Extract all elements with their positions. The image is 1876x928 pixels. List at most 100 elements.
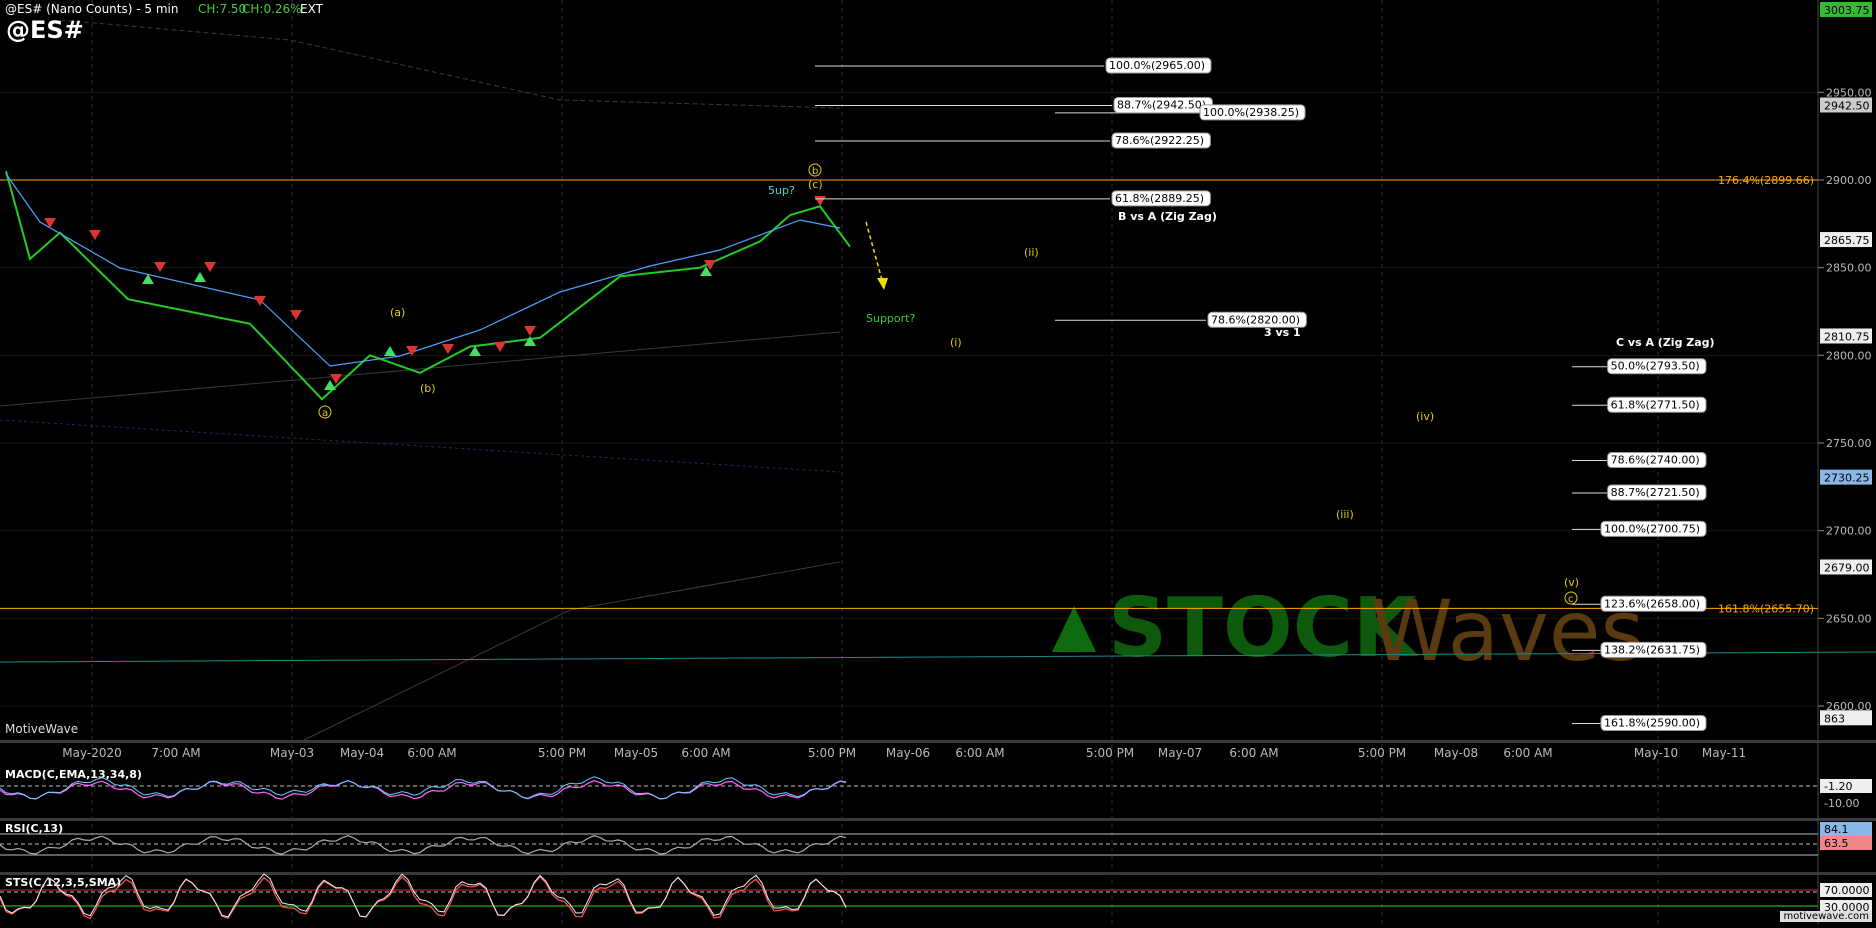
fib-label: 78.6%(2922.25) xyxy=(1115,134,1204,147)
x-tick-label: May-10 xyxy=(1634,746,1678,760)
annotation: (c) xyxy=(808,178,823,191)
price-tag: 3003.75 xyxy=(1824,4,1870,17)
panel-divider xyxy=(0,872,1876,875)
y-tick-label: 2850.00 xyxy=(1826,262,1872,275)
support-arrow-line xyxy=(865,221,883,281)
buy-marker xyxy=(384,346,396,356)
price-tag: 863 xyxy=(1824,712,1845,725)
trendline xyxy=(59,19,841,109)
sell-marker xyxy=(814,196,826,206)
x-tick-label: May-2020 xyxy=(62,746,121,760)
arrow-head-icon xyxy=(877,278,888,290)
fib-label: 123.6%(2658.00) xyxy=(1604,597,1700,610)
annotation: (iv) xyxy=(1416,410,1434,423)
indicator-tag: 63.5 xyxy=(1824,837,1849,850)
indicator-tag: -1.20 xyxy=(1824,780,1852,793)
extension-label: 161.8%(2655.70) xyxy=(1718,602,1814,615)
panel-divider xyxy=(0,740,1876,743)
x-tick-label: 6:00 AM xyxy=(1503,746,1552,760)
fib-label: 100.0%(2700.75) xyxy=(1604,522,1700,535)
y-tick-label: 2900.00 xyxy=(1826,174,1872,187)
fib-label: 88.7%(2942.50) xyxy=(1117,98,1206,111)
indicator-tag: -10.00 xyxy=(1824,797,1859,810)
annotation: B vs A (Zig Zag) xyxy=(1118,210,1217,223)
indicator-tag: 84.1 xyxy=(1824,823,1849,836)
annotation: b xyxy=(812,166,818,177)
x-tick-label: May-05 xyxy=(614,746,658,760)
x-tick-label: 5:00 PM xyxy=(1358,746,1406,760)
watermark-arrow-icon xyxy=(1052,606,1096,652)
x-tick-label: 5:00 PM xyxy=(808,746,856,760)
x-tick-label: May-06 xyxy=(886,746,930,760)
fib-label: 61.8%(2771.50) xyxy=(1611,398,1700,411)
x-tick-label: 6:00 AM xyxy=(955,746,1004,760)
change-percent: CH:0.26% xyxy=(242,2,302,16)
y-tick-label: 2800.00 xyxy=(1826,349,1872,362)
chart-stage: 2600.00 2650.00 2700.00 2750.00 2800.00 2850.… xyxy=(0,0,1876,924)
annotation: (a) xyxy=(390,306,405,319)
indicator-line xyxy=(0,835,847,855)
indicator-line xyxy=(0,875,847,920)
annotation: Support? xyxy=(866,312,915,325)
price-tag: 2865.75 xyxy=(1824,234,1870,247)
x-tick-label: 6:00 AM xyxy=(1229,746,1278,760)
trendline xyxy=(0,419,841,473)
sell-marker xyxy=(154,262,166,272)
indicator-line xyxy=(0,780,847,800)
fib-label: 50.0%(2793.50) xyxy=(1611,360,1700,373)
x-tick-label: 5:00 PM xyxy=(1086,746,1134,760)
x-tick-label: 6:00 AM xyxy=(681,746,730,760)
y-tick-label: 2750.00 xyxy=(1826,437,1872,450)
annotation: 3 vs 1 xyxy=(1264,326,1301,339)
fib-label: 88.7%(2721.50) xyxy=(1611,486,1700,499)
moving-average-line xyxy=(5,173,841,367)
chart-title: @ES# (Nano Counts) - 5 min xyxy=(5,2,179,16)
sell-marker xyxy=(89,230,101,240)
price-tag: 2942.50 xyxy=(1824,99,1870,112)
change-points: CH:7.50 xyxy=(198,2,247,16)
price-tag: 2730.25 xyxy=(1824,472,1870,485)
price-tag: 2679.00 xyxy=(1824,561,1870,574)
x-tick-label: May-11 xyxy=(1702,746,1746,760)
price-tag: 2810.75 xyxy=(1824,330,1870,343)
buy-marker xyxy=(324,380,336,390)
annotation: (iii) xyxy=(1336,508,1354,521)
fib-label: 61.8%(2889.25) xyxy=(1115,192,1204,205)
footer-brand[interactable]: motivewave.com xyxy=(1780,911,1872,922)
x-tick-label: May-03 xyxy=(270,746,314,760)
annotation: a xyxy=(322,408,328,419)
indicator-title: RSI(C,13) xyxy=(5,822,63,835)
fib-label: 100.0%(2938.25) xyxy=(1203,106,1299,119)
annotation: C vs A (Zig Zag) xyxy=(1616,336,1715,349)
x-tick-label: May-07 xyxy=(1158,746,1202,760)
indicator-title: STS(C,12,3,5,SMA) xyxy=(5,876,121,889)
sell-marker xyxy=(44,218,56,228)
annotation: (b) xyxy=(420,382,436,395)
x-tick-label: May-08 xyxy=(1434,746,1478,760)
x-tick-label: 6:00 AM xyxy=(407,746,456,760)
extension-label: 176.4%(2899.66) xyxy=(1718,174,1814,187)
x-tick-label: 7:00 AM xyxy=(151,746,200,760)
buy-marker xyxy=(524,336,536,346)
price-line xyxy=(5,170,851,401)
x-tick-label: May-04 xyxy=(340,746,384,760)
sell-marker xyxy=(494,342,506,352)
session-label: EXT xyxy=(300,2,323,16)
y-tick-label: 2700.00 xyxy=(1826,525,1872,538)
fib-label: 78.6%(2740.00) xyxy=(1611,454,1700,467)
annotation: 5up? xyxy=(768,184,795,197)
x-tick-label: 5:00 PM xyxy=(538,746,586,760)
sell-marker xyxy=(524,326,536,336)
fib-label: 78.6%(2820.00) xyxy=(1211,313,1300,326)
annotation: c xyxy=(1568,594,1574,605)
symbol-label: @ES# xyxy=(6,16,84,44)
y-tick-label: 2650.00 xyxy=(1826,612,1872,625)
fib-label: 100.0%(2965.00) xyxy=(1109,59,1205,72)
buy-marker xyxy=(194,272,206,282)
chart-svg: 2600.002650.002700.002750.002800.002850.… xyxy=(0,0,1876,924)
fib-label: 161.8%(2590.00) xyxy=(1604,717,1700,730)
indicator-tag: 70.0000 xyxy=(1824,884,1870,897)
brand-label: MotiveWave xyxy=(5,722,79,736)
fib-label: 138.2%(2631.75) xyxy=(1604,643,1700,656)
trendline xyxy=(299,561,841,743)
